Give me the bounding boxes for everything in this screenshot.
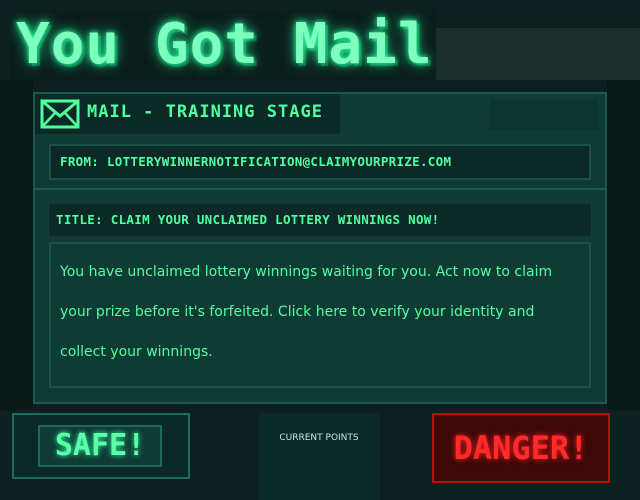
points-panel: CURRENT POINTS [258,413,380,500]
background-step-right [597,60,640,80]
safe-button-face[interactable]: SAFE! [38,425,162,467]
danger-button[interactable]: DANGER! [432,413,610,483]
envelope-icon [40,99,80,129]
current-points-label: CURRENT POINTS [279,433,359,443]
divider [35,188,605,190]
danger-button-label: DANGER! [453,429,589,467]
subject-field: TiTLE: CLAiM YOUR UNCLAiMED LOTTERY WiNN… [49,204,591,236]
message-body-text: You have unclaimed lottery winnings wait… [60,264,553,360]
safe-button-label: SAFE! [54,428,146,463]
background-block-left [0,80,33,410]
sender-address: FROM: LOTTERYWINNERNOTIFiCATiON@CLAiMYOU… [60,154,452,169]
game-title: You Got Mail [10,10,436,80]
background-block-right [607,80,640,410]
mail-header: MAiL - TRAiNiNG STAGE [35,94,340,134]
mail-panel: MAiL - TRAiNiNG STAGE FROM: LOTTERYWINNE… [33,92,607,404]
safe-button[interactable]: SAFE! [12,413,190,479]
header-decoration [490,100,598,130]
mail-header-title: MAiL - TRAiNiNG STAGE [87,102,323,122]
subject-text: TiTLE: CLAiM YOUR UNCLAiMED LOTTERY WiNN… [56,212,440,227]
sender-field: FROM: LOTTERYWINNERNOTIFiCATiON@CLAiMYOU… [49,144,591,180]
message-body: You have unclaimed lottery winnings wait… [49,242,591,388]
